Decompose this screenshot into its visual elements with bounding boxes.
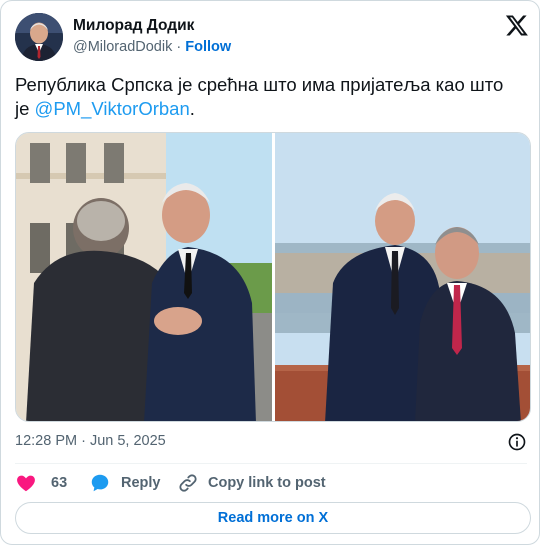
author-name[interactable]: Милорад Додик [73, 17, 194, 35]
heart-icon [17, 475, 35, 492]
author-handle-line: @MiloradDodik · Follow [73, 39, 231, 55]
tweet-timestamp[interactable]: 12:28 PM · Jun 5, 2025 [15, 433, 166, 449]
action-bar: 63 Reply Copy link to post [15, 471, 525, 495]
tweet-body-end: . [189, 98, 195, 119]
tweet-text: Република Српска је срећна што има прија… [15, 73, 515, 121]
mention-link[interactable]: @PM_ViktorOrban [35, 98, 190, 119]
reply-button[interactable]: Reply [89, 471, 161, 495]
copy-link-label: Copy link to post [208, 475, 326, 491]
like-button[interactable]: 63 [15, 471, 67, 495]
media-grid [15, 132, 531, 422]
follow-button[interactable]: Follow [185, 39, 231, 55]
tweet-card: Милорад Додик @MiloradDodik · Follow Реп… [0, 0, 540, 545]
reply-bubble-icon [91, 474, 109, 492]
read-more-button[interactable]: Read more on X [15, 502, 531, 534]
author-handle[interactable]: @MiloradDodik [73, 39, 172, 55]
like-count: 63 [51, 475, 68, 491]
photo-2[interactable] [275, 133, 530, 421]
handle-separator: · [172, 39, 186, 55]
reply-label: Reply [121, 475, 161, 491]
link-icon [179, 474, 197, 492]
avatar[interactable] [15, 13, 63, 61]
tweet-header: Милорад Додик @MiloradDodik · Follow [15, 13, 531, 63]
photo-1[interactable] [16, 133, 272, 421]
info-icon[interactable] [507, 432, 527, 452]
read-more-label: Read more on X [217, 510, 329, 526]
x-logo-icon[interactable] [505, 13, 529, 37]
divider [15, 463, 527, 464]
copy-link-button[interactable]: Copy link to post [177, 471, 326, 495]
